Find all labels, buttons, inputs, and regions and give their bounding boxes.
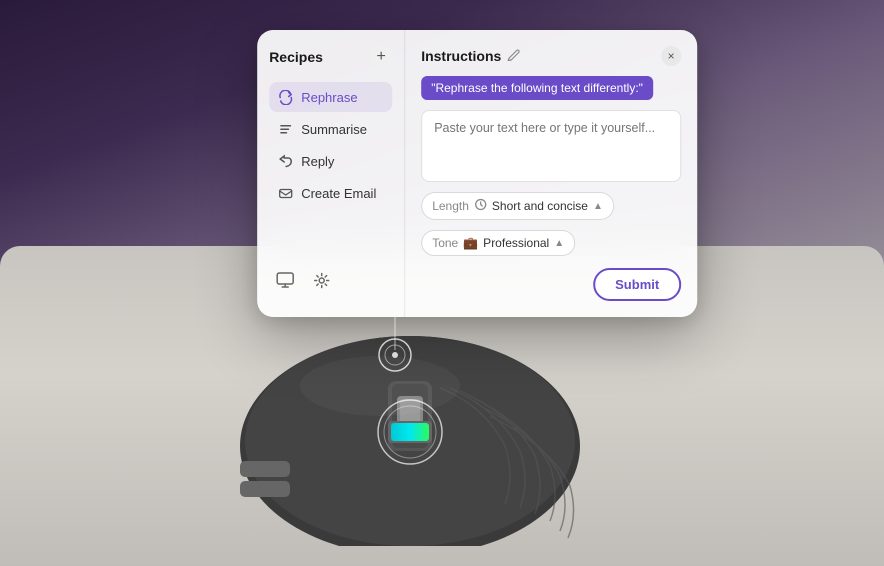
edit-icon[interactable] [507,48,520,64]
length-value: Short and concise [492,199,588,213]
instruction-badge: "Rephrase the following text differently… [421,76,653,100]
length-chevron-icon: ▲ [593,201,603,212]
instructions-title: Instructions [421,48,520,64]
recipes-panel: Recipes + Rephrase Summarise [257,30,405,317]
recipe-item-reply[interactable]: Reply [269,146,392,176]
tone-chevron-icon: ▲ [554,238,564,249]
recipe-item-create-email[interactable]: Create Email [269,178,392,208]
rephrase-icon [277,89,293,105]
recipe-item-rephrase[interactable]: Rephrase [269,82,392,112]
summarise-icon [277,121,293,137]
tone-label: Tone [432,236,458,250]
tone-option[interactable]: Tone 💼 Professional ▲ [421,230,575,256]
popup-card: Recipes + Rephrase Summarise [257,30,697,317]
length-option[interactable]: Length Short and concise ▲ [421,192,614,220]
submit-button[interactable]: Submit [593,268,681,301]
recipe-label-email: Create Email [301,186,376,201]
recipes-header: Recipes + [269,46,392,68]
length-label: Length [432,199,469,213]
text-input[interactable] [421,110,681,182]
email-icon [277,185,293,201]
recipe-label-summarise: Summarise [301,122,367,137]
length-row: Length Short and concise ▲ [421,192,681,220]
add-recipe-button[interactable]: + [370,46,392,68]
recipes-footer [269,268,392,292]
monitor-icon[interactable] [273,268,297,292]
close-button[interactable]: × [661,46,681,66]
instructions-header: Instructions × [421,46,681,66]
instructions-panel: Instructions × "Rephrase the following t… [405,30,697,317]
reply-icon [277,153,293,169]
recipe-label-reply: Reply [301,154,334,169]
recipes-title: Recipes [269,49,323,65]
settings-icon[interactable] [309,268,333,292]
clock-icon [474,198,487,214]
briefcase-icon: 💼 [463,236,478,250]
recipe-label-rephrase: Rephrase [301,90,357,105]
tone-value: Professional [483,236,549,250]
submit-row: Submit [421,268,681,301]
tone-row: Tone 💼 Professional ▲ [421,230,681,256]
recipe-item-summarise[interactable]: Summarise [269,114,392,144]
